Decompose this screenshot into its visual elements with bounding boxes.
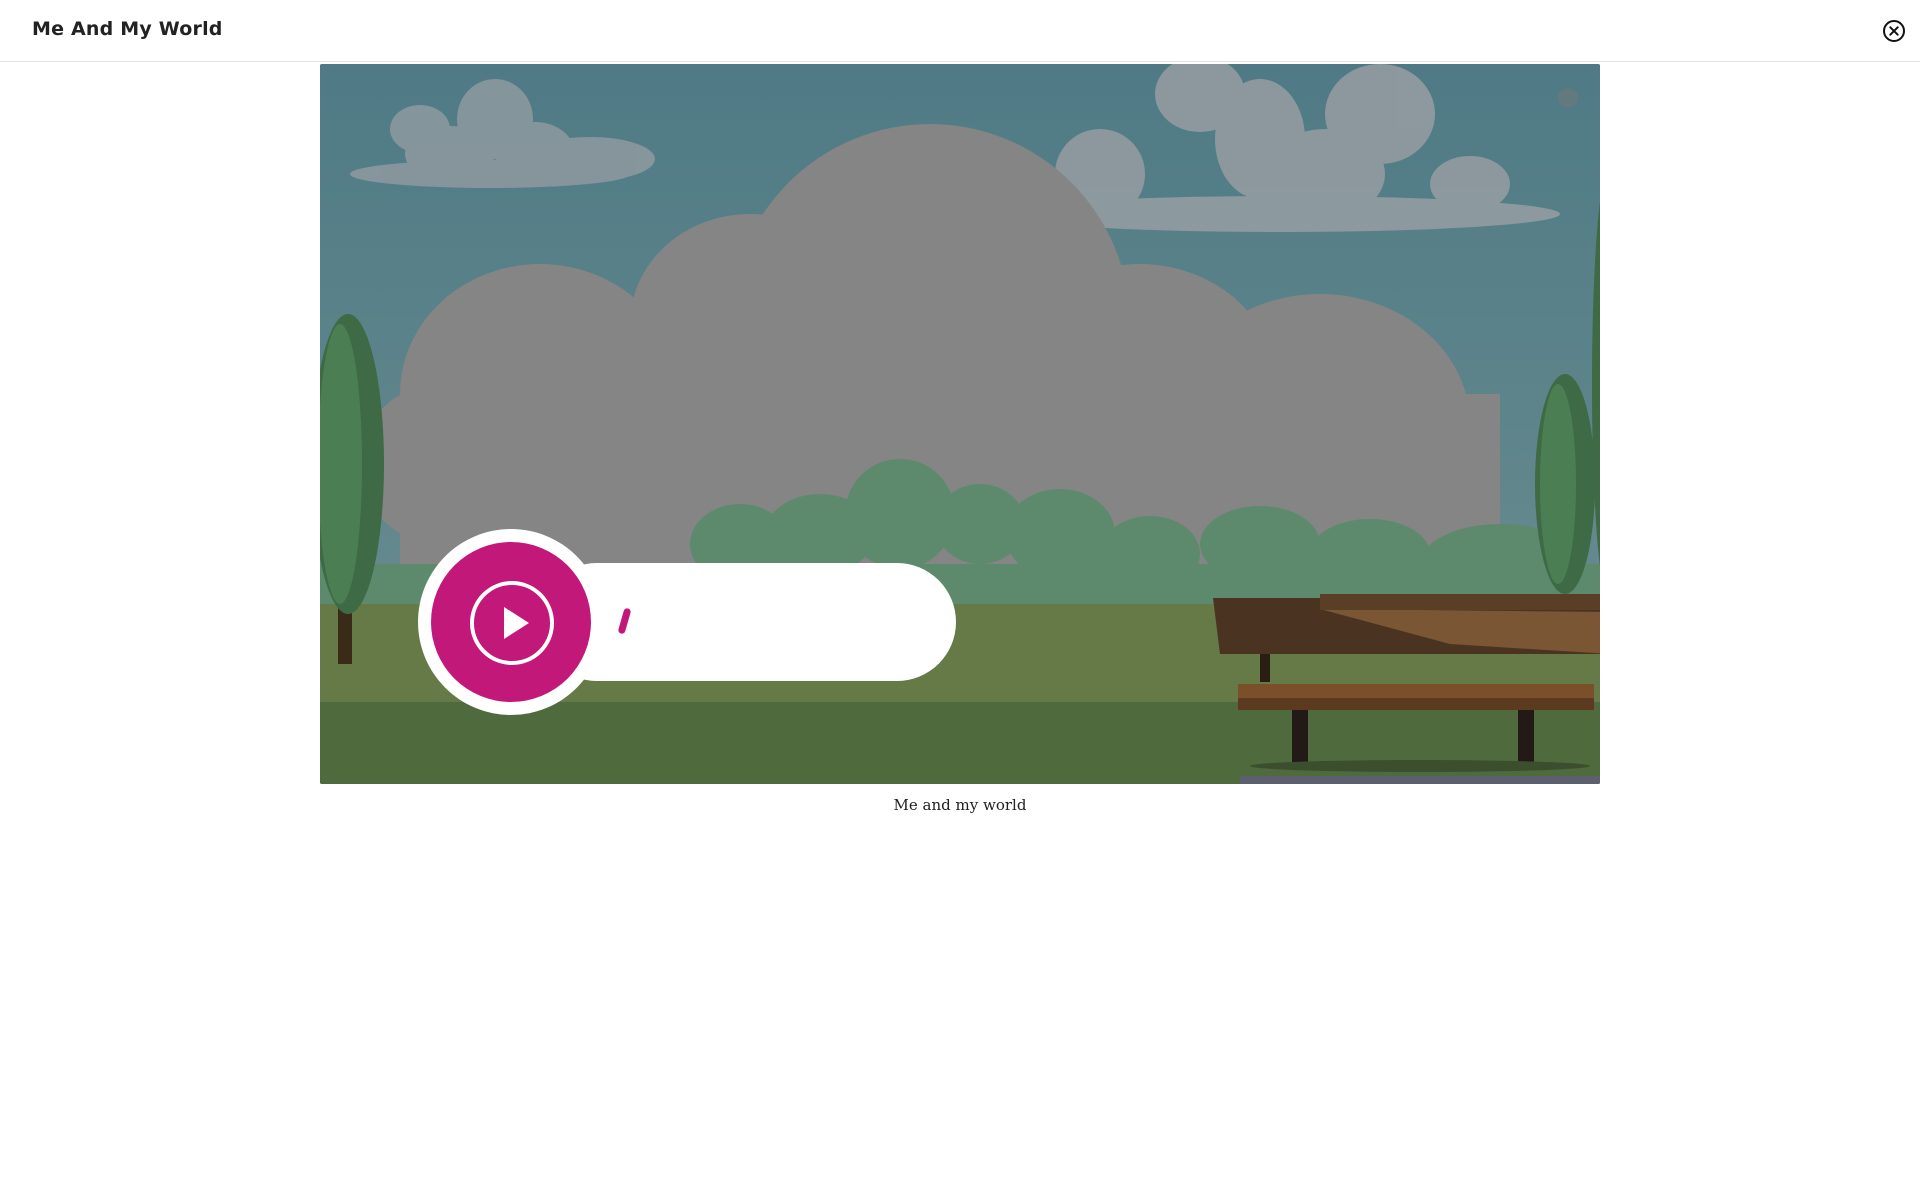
play-icon <box>504 607 529 639</box>
page-title: Me And My World <box>32 18 223 40</box>
play-button[interactable] <box>470 581 554 665</box>
close-button[interactable] <box>1882 19 1906 43</box>
play-button-outer <box>418 529 604 715</box>
audio-player-pill <box>418 529 958 715</box>
video-watermark <box>1558 88 1578 108</box>
video-player[interactable] <box>320 64 1600 784</box>
header-bar: Me And My World <box>0 0 1920 62</box>
watermark-logo-icon <box>1558 88 1578 108</box>
play-button-disc[interactable] <box>431 542 591 702</box>
close-circle-icon <box>1883 20 1905 42</box>
video-caption: Me and my world <box>893 796 1027 814</box>
